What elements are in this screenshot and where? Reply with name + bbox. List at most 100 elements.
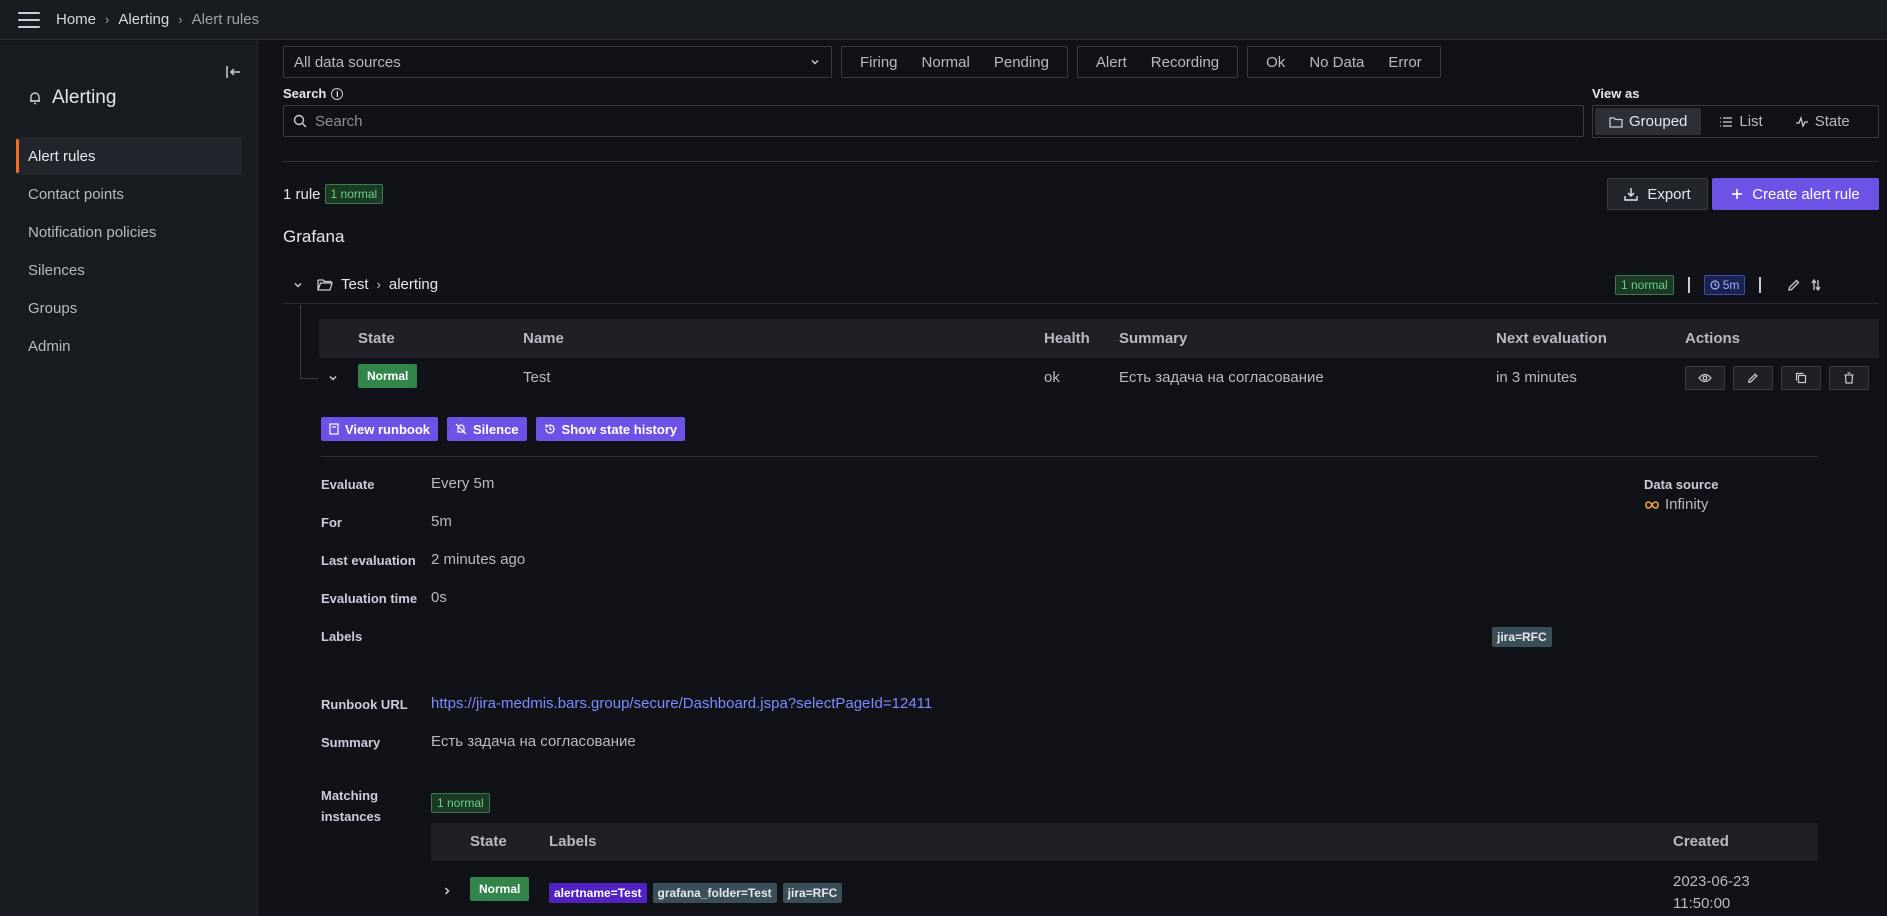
summary-label: Summary [321,735,381,750]
export-label: Export [1647,185,1691,203]
folder-normal-badge: 1 normal [1615,275,1674,295]
interval-badge: 5m [1703,275,1746,295]
filter-error[interactable]: Error [1376,54,1433,71]
folder-name-text: Test [341,276,369,293]
labels-label: Labels [321,629,363,644]
rule-summary: Есть задача на согласование [1119,369,1324,386]
copy-icon [1795,372,1807,384]
filter-firing[interactable]: Firing [848,54,910,71]
col-health: Health [1044,330,1090,347]
chevron-down-icon[interactable] [327,372,339,384]
rules-table-header: State Name Health Summary Next evaluatio… [319,319,1879,358]
instance-label-chip: grafana_folder=Test [652,883,777,903]
sidebar-item-contact-points[interactable]: Contact points [16,175,242,213]
matching-instances-label-line2: instances [321,809,381,824]
delete-rule-button[interactable] [1829,366,1869,390]
chevron-right-icon[interactable] [441,885,453,897]
col-next-evaluation: Next evaluation [1496,330,1607,347]
rule-count-text: 1 rule [283,185,321,203]
instance-created-date: 2023-06-23 [1673,873,1750,890]
rule-health: ok [1044,369,1060,386]
sort-icon[interactable] [1809,278,1823,292]
matching-normal-badge: 1 normal [431,793,490,813]
section-title: Grafana [283,227,345,246]
instances-table-header: State Labels Created [431,823,1818,861]
view-list-button[interactable]: List [1705,108,1776,135]
silence-button[interactable]: Silence [447,417,527,441]
col-name: Name [523,330,564,347]
filter-no-data[interactable]: No Data [1297,54,1376,71]
col-actions: Actions [1685,330,1741,347]
label-chip: jira=RFC [1492,627,1552,647]
matching-instances-label-line1: Matching [321,788,379,803]
folder-name: Test › alerting [317,276,438,293]
sidebar-item-alert-rules[interactable]: Alert rules [16,137,242,175]
search-label-text: Search [283,86,327,101]
view-grouped-button[interactable]: Grouped [1595,108,1702,135]
rule-name: Test [523,369,551,386]
instance-created: 2023-06-23 11:50:00 [1673,871,1750,915]
evaluation-time-label: Evaluation time [321,591,418,606]
table-row[interactable]: Normal Test ok Есть задача на согласован… [319,358,1879,398]
search-label: Search i [283,86,344,101]
show-state-history-button[interactable]: Show state history [535,417,686,441]
heartbeat-icon [1795,115,1808,128]
for-label: For [321,515,342,530]
sidebar-item-silences[interactable]: Silences [16,251,242,289]
book-icon [329,423,339,435]
sidebar-item-groups[interactable]: Groups [16,289,242,327]
list-icon [1720,116,1733,127]
evaluation-time-value: 0s [431,589,447,606]
col-summary: Summary [1119,330,1188,347]
view-button[interactable] [1685,366,1725,390]
breadcrumb-separator-icon: › [105,12,110,27]
view-as-label: View as [1592,86,1640,101]
copy-rule-button[interactable] [1781,366,1821,390]
view-grouped-label: Grouped [1629,113,1688,130]
view-as-toggle: Grouped List State [1592,105,1879,138]
health-filter: Ok No Data Error [1247,46,1441,78]
view-runbook-button[interactable]: View runbook [321,417,438,441]
state-badge: Normal [358,364,418,388]
edit-rule-button[interactable] [1733,366,1773,390]
sidebar-item-notification-policies[interactable]: Notification policies [16,213,242,251]
state-cell: Normal [358,364,418,388]
runbook-url-link[interactable]: https://jira-medmis.bars.group/secure/Da… [431,695,932,712]
separator [1759,277,1762,293]
table-row[interactable]: Normal alertname=Test grafana_folder=Tes… [431,861,1818,916]
filter-ok[interactable]: Ok [1254,54,1297,71]
view-runbook-label: View runbook [345,421,430,437]
create-alert-rule-label: Create alert rule [1752,185,1860,203]
export-button[interactable]: Export [1607,178,1708,210]
filter-recording[interactable]: Recording [1139,54,1231,71]
filter-row: All data sources Firing Normal Pending A… [283,46,1441,78]
type-filter: Alert Recording [1076,46,1239,78]
data-source-name: Infinity [1665,496,1709,513]
filter-normal[interactable]: Normal [910,54,982,71]
divider [321,456,1818,457]
rule-count: 1 rule 1 normal [283,184,384,204]
breadcrumb-alerting[interactable]: Alerting [118,11,169,28]
search-input[interactable]: Search [283,105,1584,137]
create-alert-rule-button[interactable]: Create alert rule [1712,178,1879,210]
tree-line [300,378,318,379]
sidebar-item-admin[interactable]: Admin [16,327,242,365]
edit-icon[interactable] [1787,278,1801,292]
search-icon [293,114,307,128]
filter-pending[interactable]: Pending [982,54,1061,71]
breadcrumb-home[interactable]: Home [56,11,96,28]
last-evaluation-label: Last evaluation [321,553,416,568]
datasource-select[interactable]: All data sources [283,46,832,78]
silence-label: Silence [473,421,519,437]
search-placeholder: Search [315,112,363,130]
separator [1687,277,1690,293]
collapse-sidebar-icon[interactable] [224,63,242,81]
chevron-down-icon[interactable] [291,279,305,291]
eye-icon [1698,373,1712,383]
info-icon[interactable]: i [331,87,344,100]
filter-alert[interactable]: Alert [1084,54,1139,71]
menu-icon[interactable] [18,11,40,28]
view-state-button[interactable]: State [1781,108,1864,135]
infinity-icon [1645,500,1659,509]
datasource-value: All data sources [294,53,401,71]
